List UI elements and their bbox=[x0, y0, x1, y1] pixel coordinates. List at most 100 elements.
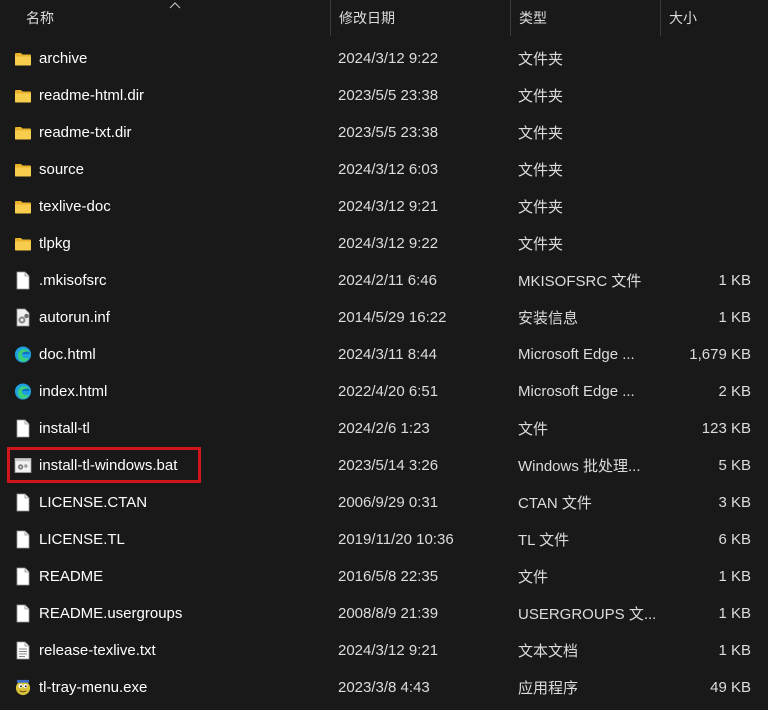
file-row[interactable]: .mkisofsrc 2024/2/11 6:46 MKISOFSRC 文件 1 KB bbox=[0, 262, 768, 299]
file-row[interactable]: source 2024/3/12 6:03 文件夹 bbox=[0, 151, 768, 188]
file-name: source bbox=[39, 161, 85, 178]
file-icon bbox=[14, 530, 32, 549]
file-row[interactable]: doc.html 2024/3/11 8:44 Microsoft Edge ...… bbox=[0, 336, 768, 373]
file-list: archive 2024/3/12 9:22 文件夹 readme-html.dir 2… bbox=[0, 40, 768, 706]
file-row[interactable]: tl-tray-menu.exe 2023/3/8 4:43 应用程序 49 KB bbox=[0, 669, 768, 706]
file-name-cell[interactable]: texlive-doc bbox=[14, 188, 324, 225]
file-date: 2024/3/12 9:21 bbox=[338, 642, 439, 659]
file-name-cell[interactable]: tlpkg bbox=[14, 225, 324, 262]
file-row[interactable]: index.html 2022/4/20 6:51 Microsoft Edge .… bbox=[0, 373, 768, 410]
folder-icon bbox=[14, 50, 32, 68]
file-date: 2019/11/20 10:36 bbox=[338, 531, 454, 548]
file-name-cell[interactable]: README bbox=[14, 558, 324, 595]
file-date: 2024/3/12 9:22 bbox=[338, 235, 439, 252]
file-type: 文件夹 bbox=[518, 236, 564, 253]
file-date: 2024/3/11 8:44 bbox=[338, 346, 437, 363]
file-type: MKISOFSRC 文件 bbox=[518, 273, 642, 290]
folder-icon bbox=[14, 87, 32, 105]
file-type: Windows 批处理... bbox=[518, 458, 641, 475]
file-name: tl-tray-menu.exe bbox=[39, 679, 148, 696]
file-size: 49 KB bbox=[710, 679, 751, 696]
file-type: CTAN 文件 bbox=[518, 495, 592, 512]
file-date: 2024/2/11 6:46 bbox=[338, 272, 437, 289]
column-header-type[interactable]: 类型 bbox=[511, 0, 661, 36]
file-name: tlpkg bbox=[39, 235, 71, 252]
file-type: 文本文档 bbox=[518, 643, 579, 660]
file-name: .mkisofsrc bbox=[39, 272, 107, 289]
file-type: 文件夹 bbox=[518, 162, 564, 179]
file-name-cell[interactable]: README.usergroups bbox=[14, 595, 324, 632]
file-name-cell[interactable]: LICENSE.CTAN bbox=[14, 484, 324, 521]
file-name: index.html bbox=[39, 383, 108, 400]
file-type: 文件 bbox=[518, 569, 549, 586]
file-icon bbox=[14, 567, 32, 586]
file-type: Microsoft Edge ... bbox=[518, 346, 635, 363]
file-name-cell[interactable]: tl-tray-menu.exe bbox=[14, 669, 324, 706]
file-size bbox=[662, 225, 751, 262]
file-name-cell[interactable]: release-texlive.txt bbox=[14, 632, 324, 669]
file-name-cell[interactable]: install-tl bbox=[14, 410, 324, 447]
file-name-cell[interactable]: source bbox=[14, 151, 324, 188]
file-date: 2008/8/9 21:39 bbox=[338, 605, 439, 622]
file-row[interactable]: texlive-doc 2024/3/12 9:21 文件夹 bbox=[0, 188, 768, 225]
folder-icon bbox=[14, 161, 32, 179]
file-type: 文件夹 bbox=[518, 51, 564, 68]
file-row[interactable]: README.usergroups 2008/8/9 21:39 USERGROUP… bbox=[0, 595, 768, 632]
file-name: readme-html.dir bbox=[39, 87, 145, 104]
file-name-cell[interactable]: .mkisofsrc bbox=[14, 262, 324, 299]
file-name: install-tl bbox=[39, 420, 90, 437]
file-size bbox=[662, 151, 751, 188]
file-type: 文件夹 bbox=[518, 88, 564, 105]
file-row[interactable]: archive 2024/3/12 9:22 文件夹 bbox=[0, 40, 768, 77]
file-type: 文件夹 bbox=[518, 125, 564, 142]
file-row[interactable]: install-tl 2024/2/6 1:23 文件 123 KB bbox=[0, 410, 768, 447]
file-row[interactable]: readme-html.dir 2023/5/5 23:38 文件夹 bbox=[0, 77, 768, 114]
column-header-bar: 名称 修改日期 类型 大小 bbox=[0, 0, 768, 36]
file-row[interactable]: readme-txt.dir 2023/5/5 23:38 文件夹 bbox=[0, 114, 768, 151]
file-row[interactable]: LICENSE.CTAN 2006/9/29 0:31 CTAN 文件 3 KB bbox=[0, 484, 768, 521]
file-row[interactable]: tlpkg 2024/3/12 9:22 文件夹 bbox=[0, 225, 768, 262]
folder-icon bbox=[14, 124, 32, 142]
file-name-cell[interactable]: doc.html bbox=[14, 336, 324, 373]
file-type: USERGROUPS 文... bbox=[518, 606, 657, 623]
file-date: 2023/5/5 23:38 bbox=[338, 87, 439, 104]
file-icon bbox=[14, 604, 32, 623]
file-name-cell[interactable]: LICENSE.TL bbox=[14, 521, 324, 558]
file-size bbox=[662, 188, 751, 225]
column-header-date[interactable]: 修改日期 bbox=[331, 0, 511, 36]
column-header-size-label: 大小 bbox=[669, 10, 697, 26]
file-size: 1 KB bbox=[718, 568, 751, 585]
file-name-cell[interactable]: autorun.inf bbox=[14, 299, 324, 336]
folder-icon bbox=[14, 198, 32, 216]
highlight-annotation-box bbox=[7, 447, 201, 483]
file-name: texlive-doc bbox=[39, 198, 111, 215]
folder-icon bbox=[14, 235, 32, 253]
file-date: 2022/4/20 6:51 bbox=[338, 383, 439, 400]
file-name-cell[interactable]: readme-txt.dir bbox=[14, 114, 324, 151]
file-row[interactable]: autorun.inf 2014/5/29 16:22 安装信息 1 KB bbox=[0, 299, 768, 336]
file-name-cell[interactable]: index.html bbox=[14, 373, 324, 410]
file-name: doc.html bbox=[39, 346, 96, 363]
file-name: LICENSE.TL bbox=[39, 531, 125, 548]
file-date: 2024/2/6 1:23 bbox=[338, 420, 430, 437]
file-name-cell[interactable]: archive bbox=[14, 40, 324, 77]
file-size: 1 KB bbox=[718, 642, 751, 659]
file-date: 2016/5/8 22:35 bbox=[338, 568, 439, 585]
file-row[interactable]: LICENSE.TL 2019/11/20 10:36 TL 文件 6 KB bbox=[0, 521, 768, 558]
file-row[interactable]: README 2016/5/8 22:35 文件 1 KB bbox=[0, 558, 768, 595]
file-name-cell[interactable]: readme-html.dir bbox=[14, 77, 324, 114]
file-size bbox=[662, 77, 751, 114]
file-type: 文件夹 bbox=[518, 199, 564, 216]
file-size: 5 KB bbox=[718, 457, 751, 474]
file-name: README bbox=[39, 568, 104, 585]
file-size: 3 KB bbox=[718, 494, 751, 511]
text-file-icon bbox=[14, 641, 32, 660]
file-date: 2006/9/29 0:31 bbox=[338, 494, 439, 511]
column-header-date-label: 修改日期 bbox=[339, 10, 395, 26]
column-header-size[interactable]: 大小 bbox=[661, 0, 761, 36]
file-type: Microsoft Edge ... bbox=[518, 383, 635, 400]
file-date: 2014/5/29 16:22 bbox=[338, 309, 447, 326]
file-row[interactable]: release-texlive.txt 2024/3/12 9:21 文本文档 1 K… bbox=[0, 632, 768, 669]
file-size: 1,679 KB bbox=[689, 346, 751, 363]
file-size: 1 KB bbox=[718, 309, 751, 326]
